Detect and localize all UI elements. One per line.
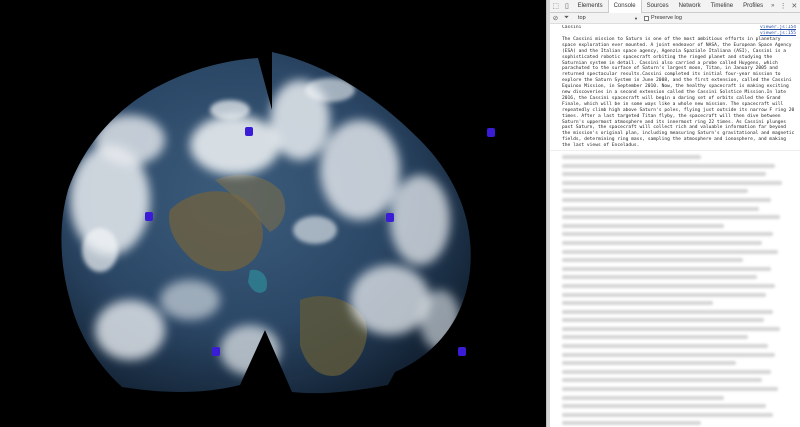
preserve-log-label: Preserve log <box>651 15 682 21</box>
tab-timeline[interactable]: Timeline <box>706 0 738 13</box>
marker-5[interactable] <box>212 347 220 356</box>
blurred-console-messages <box>562 155 794 427</box>
console-output[interactable]: Cassini viewer.js:154 viewer.js:155 The … <box>550 25 800 427</box>
earth-globe <box>61 52 471 394</box>
tab-sources[interactable]: Sources <box>642 0 674 13</box>
marker-1[interactable] <box>245 127 253 136</box>
marker-2[interactable] <box>487 128 495 137</box>
context-select-label: top <box>578 15 586 21</box>
vertical-dots-icon[interactable]: ⋮ <box>777 0 788 12</box>
device-mode-icon[interactable]: ▯ <box>561 0 572 12</box>
more-tabs-button[interactable]: » <box>768 3 777 9</box>
marker-4[interactable] <box>386 213 394 222</box>
devtools-tabbar: ⬚ ▯ Elements Console Sources Network Tim… <box>550 0 800 13</box>
filter-icon[interactable]: ⏷ <box>561 13 572 24</box>
globe-viewer[interactable] <box>0 0 546 427</box>
console-message: viewer.js:155 The Cassini mission to Sat… <box>550 31 800 149</box>
source-link[interactable]: viewer.js:155 <box>760 31 796 37</box>
console-message-text: The Cassini mission to Saturn is one of … <box>562 36 795 149</box>
devtools-panel: ⬚ ▯ Elements Console Sources Network Tim… <box>550 0 800 427</box>
tab-network[interactable]: Network <box>674 0 706 13</box>
console-toolbar: ⊘ ⏷ top ▼ Preserve log <box>550 13 800 24</box>
checkbox-box[interactable] <box>644 15 649 21</box>
marker-3[interactable] <box>145 212 153 221</box>
context-select[interactable]: top ▼ <box>578 15 638 21</box>
tab-elements[interactable]: Elements <box>573 0 608 13</box>
marker-6[interactable] <box>458 347 466 356</box>
chevron-down-icon: ▼ <box>634 15 638 21</box>
globe-canvas[interactable] <box>0 0 546 427</box>
separator <box>550 150 800 152</box>
clear-console-icon[interactable]: ⊘ <box>550 13 561 24</box>
console-message-text: Cassini <box>562 25 582 30</box>
inspect-icon[interactable]: ⬚ <box>550 0 561 12</box>
tab-profiles[interactable]: Profiles <box>738 0 768 13</box>
close-icon[interactable]: ✕ <box>789 0 800 12</box>
tab-console[interactable]: Console <box>607 0 642 13</box>
preserve-log-checkbox[interactable]: Preserve log <box>644 15 682 21</box>
